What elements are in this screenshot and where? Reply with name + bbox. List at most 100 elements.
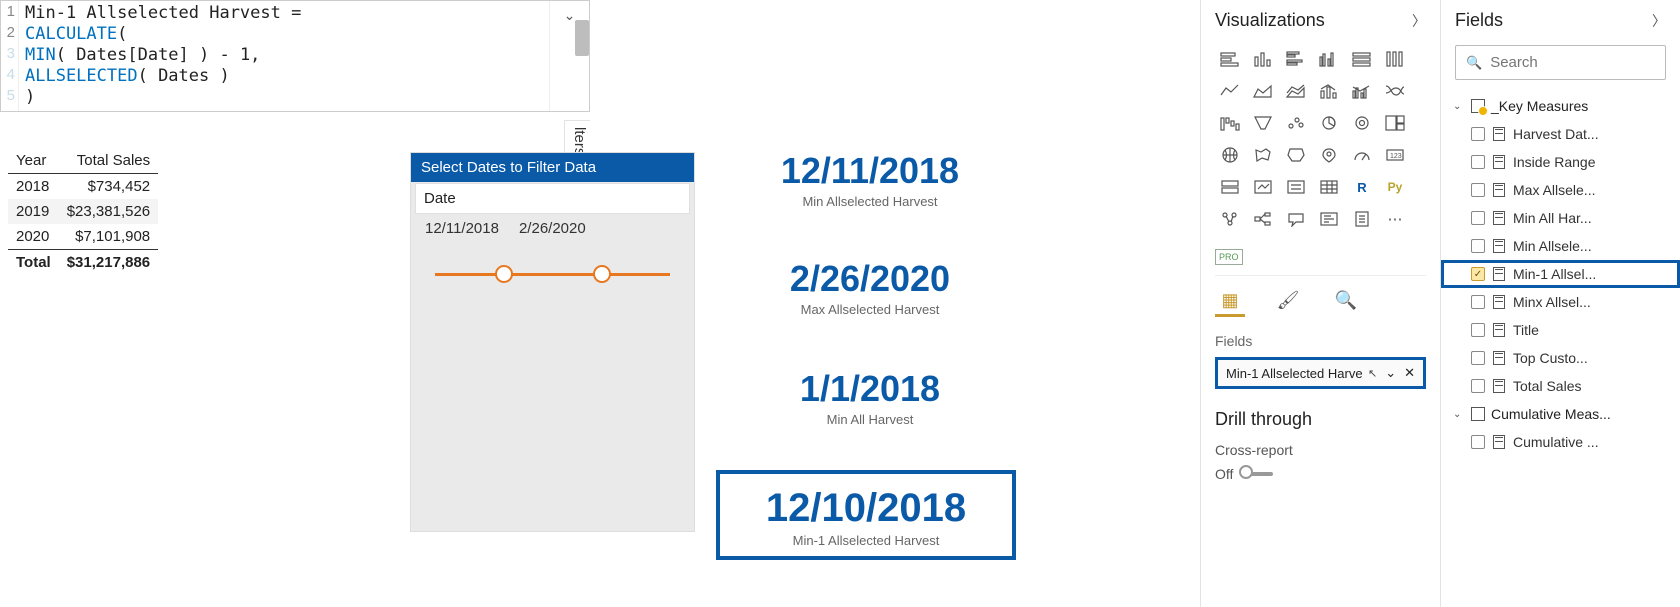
field-total-sales[interactable]: Total Sales bbox=[1441, 372, 1680, 400]
measure-icon bbox=[1493, 323, 1505, 337]
table-cumulative-meas[interactable]: ⌄ Cumulative Meas... bbox=[1441, 400, 1680, 428]
line-clustered-column-icon[interactable] bbox=[1347, 77, 1377, 105]
sales-table-visual[interactable]: Year Total Sales 2018$734,452 2019$23,38… bbox=[8, 148, 158, 275]
field-cumulative[interactable]: Cumulative ... bbox=[1441, 428, 1680, 456]
report-canvas[interactable]: 1 2 3 4 5 Min-1 Allselected Harvest = CA… bbox=[0, 0, 1200, 607]
card-min-all[interactable]: 1/1/2018 Min All Harvest bbox=[740, 368, 1000, 427]
cross-report-label: Cross-report bbox=[1215, 442, 1426, 458]
date-slicer-visual[interactable]: Select Dates to Filter Data Date 12/11/2… bbox=[410, 152, 695, 532]
funnel-chart-icon[interactable] bbox=[1248, 109, 1278, 137]
line-stacked-column-icon[interactable] bbox=[1314, 77, 1344, 105]
field-well-item[interactable]: Min-1 Allselected Harve ↖ ⌄ ✕ bbox=[1215, 357, 1426, 389]
field-min-allsele[interactable]: Min Allsele... bbox=[1441, 232, 1680, 260]
chevron-down-icon: ⌄ bbox=[564, 7, 576, 24]
table-row[interactable]: 2020$7,101,908 bbox=[8, 224, 158, 250]
pie-chart-icon[interactable] bbox=[1314, 109, 1344, 137]
field-harvest-dat[interactable]: Harvest Dat... bbox=[1441, 120, 1680, 148]
chevron-down-icon[interactable]: ⌄ bbox=[1385, 365, 1396, 381]
python-visual-icon[interactable]: Py bbox=[1380, 173, 1410, 201]
pro-badge-icon[interactable]: PRO bbox=[1215, 249, 1243, 265]
azure-map-icon[interactable] bbox=[1314, 141, 1344, 169]
clustered-bar-chart-icon[interactable] bbox=[1281, 45, 1311, 73]
qa-visual-icon[interactable] bbox=[1281, 205, 1311, 233]
analytics-tab-icon[interactable]: 🔍 bbox=[1331, 290, 1361, 311]
fields-tab-icon[interactable]: ▦ bbox=[1215, 290, 1245, 311]
multirow-card-icon[interactable] bbox=[1215, 173, 1245, 201]
measure-icon bbox=[1493, 435, 1505, 449]
stacked-column-chart-icon[interactable] bbox=[1248, 45, 1278, 73]
gauge-icon[interactable] bbox=[1347, 141, 1377, 169]
slicer-field-header[interactable]: Date bbox=[415, 183, 690, 214]
card-min-allselected[interactable]: 12/11/2018 Min Allselected Harvest bbox=[740, 150, 1000, 209]
field-minx-allsel[interactable]: Minx Allsel... bbox=[1441, 288, 1680, 316]
table-icon bbox=[1471, 99, 1485, 113]
measure-icon bbox=[1493, 211, 1505, 225]
field-top-custo[interactable]: Top Custo... bbox=[1441, 344, 1680, 372]
table-total-row: Total$31,217,886 bbox=[8, 250, 158, 276]
hundred-stacked-bar-icon[interactable] bbox=[1347, 45, 1377, 73]
search-icon: 🔍 bbox=[1466, 55, 1482, 71]
stacked-area-chart-icon[interactable] bbox=[1281, 77, 1311, 105]
field-well-name: Min-1 Allselected Harve bbox=[1226, 366, 1363, 381]
donut-chart-icon[interactable] bbox=[1347, 109, 1377, 137]
hundred-stacked-column-icon[interactable] bbox=[1380, 45, 1410, 73]
search-input[interactable] bbox=[1490, 54, 1680, 71]
table-row[interactable]: 2019$23,381,526 bbox=[8, 199, 158, 224]
r-visual-icon[interactable]: R bbox=[1347, 173, 1377, 201]
clustered-column-chart-icon[interactable] bbox=[1314, 45, 1344, 73]
card-value: 12/10/2018 bbox=[726, 486, 1006, 531]
measure-icon bbox=[1493, 127, 1505, 141]
formula-scrollbar[interactable] bbox=[575, 20, 589, 56]
scatter-chart-icon[interactable] bbox=[1281, 109, 1311, 137]
card-label: Min Allselected Harvest bbox=[740, 194, 1000, 209]
field-inside-range[interactable]: Inside Range bbox=[1441, 148, 1680, 176]
collapse-viz-panel-button[interactable]: 〉 bbox=[1412, 11, 1426, 31]
remove-field-button[interactable]: ✕ bbox=[1404, 365, 1415, 381]
card-min-1-allselected-selected[interactable]: 12/10/2018 Min-1 Allselected Harvest bbox=[716, 470, 1016, 560]
decomposition-tree-icon[interactable] bbox=[1248, 205, 1278, 233]
field-min-all-har[interactable]: Min All Har... bbox=[1441, 204, 1680, 232]
stacked-bar-chart-icon[interactable] bbox=[1215, 45, 1245, 73]
slicer-handle-start[interactable] bbox=[495, 265, 513, 283]
formula-bar[interactable]: 1 2 3 4 5 Min-1 Allselected Harvest = CA… bbox=[0, 0, 590, 112]
table-icon[interactable] bbox=[1314, 173, 1344, 201]
card-icon[interactable]: 123 bbox=[1380, 141, 1410, 169]
map-icon[interactable] bbox=[1215, 141, 1245, 169]
format-tab-icon[interactable]: 🖌 bbox=[1273, 290, 1303, 311]
table-key-measures[interactable]: ⌄ _Key Measures bbox=[1441, 92, 1680, 120]
treemap-icon[interactable] bbox=[1380, 109, 1410, 137]
kpi-icon[interactable] bbox=[1248, 173, 1278, 201]
slicer-icon[interactable] bbox=[1281, 173, 1311, 201]
field-max-allsele[interactable]: Max Allsele... bbox=[1441, 176, 1680, 204]
fields-well-label: Fields bbox=[1215, 333, 1426, 349]
slicer-start-date[interactable]: 12/11/2018 bbox=[425, 220, 499, 237]
collapse-icon: ⌄ bbox=[1453, 101, 1465, 112]
area-chart-icon[interactable] bbox=[1248, 77, 1278, 105]
formula-expand-button[interactable]: ⌄ bbox=[549, 1, 589, 111]
measure-icon bbox=[1493, 183, 1505, 197]
smart-narrative-icon[interactable] bbox=[1314, 205, 1344, 233]
formula-code[interactable]: Min-1 Allselected Harvest = CALCULATE( M… bbox=[19, 1, 549, 111]
col-year[interactable]: Year bbox=[8, 148, 59, 174]
line-chart-icon[interactable] bbox=[1215, 77, 1245, 105]
cursor-icon: ↖ bbox=[1368, 367, 1377, 380]
key-influencers-icon[interactable] bbox=[1215, 205, 1245, 233]
paginated-report-icon[interactable] bbox=[1347, 205, 1377, 233]
card-max-allselected[interactable]: 2/26/2020 Max Allselected Harvest bbox=[740, 258, 1000, 317]
field-min-1-allsel[interactable]: Min-1 Allsel... bbox=[1441, 260, 1680, 288]
table-row[interactable]: 2018$734,452 bbox=[8, 174, 158, 200]
waterfall-chart-icon[interactable] bbox=[1215, 109, 1245, 137]
slicer-track[interactable] bbox=[435, 273, 670, 276]
shape-map-icon[interactable] bbox=[1281, 141, 1311, 169]
cross-report-toggle[interactable]: Off bbox=[1215, 466, 1426, 482]
more-visuals-icon[interactable]: ⋯ bbox=[1380, 205, 1410, 233]
filled-map-icon[interactable] bbox=[1248, 141, 1278, 169]
slicer-end-date[interactable]: 2/26/2020 bbox=[519, 220, 586, 237]
fields-search-box[interactable]: 🔍 bbox=[1455, 45, 1666, 80]
field-title[interactable]: Title bbox=[1441, 316, 1680, 344]
fields-panel-title: Fields bbox=[1455, 10, 1503, 31]
slicer-handle-end[interactable] bbox=[593, 265, 611, 283]
col-total-sales[interactable]: Total Sales bbox=[59, 148, 158, 174]
collapse-fields-panel-button[interactable]: 〉 bbox=[1652, 11, 1666, 31]
ribbon-chart-icon[interactable] bbox=[1380, 77, 1410, 105]
